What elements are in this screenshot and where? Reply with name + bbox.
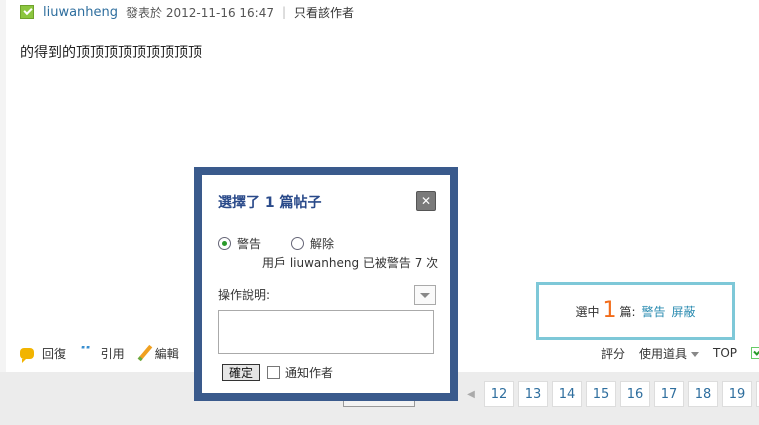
online-status-icon [20, 5, 34, 19]
chevron-down-icon [690, 351, 699, 357]
page-link[interactable]: 18 [688, 381, 718, 407]
rate-link[interactable]: 評分 [601, 345, 625, 362]
radio-remove[interactable]: 解除 [291, 235, 334, 252]
page-link[interactable]: 19 [722, 381, 752, 407]
post-date: 發表於 2012-11-16 16:47 [126, 5, 274, 20]
top-link[interactable]: TOP [713, 346, 737, 360]
edit-button[interactable]: 編輯 [137, 344, 179, 362]
description-label: 操作說明: [218, 288, 271, 302]
close-button[interactable]: ✕ [416, 191, 436, 211]
radio-warn[interactable]: 警告 [218, 235, 261, 252]
warn-count-info: 用戶 liuwanheng 已被警告 7 次 [262, 256, 439, 270]
dialog-body: 選擇了 1 篇帖子 ✕ 警告 解除 用戶 liuwanheng 已被警告 7 次… [202, 175, 450, 393]
post-action-bar: 回復 “ 引用 編輯 [20, 343, 193, 363]
radio-remove-label: 解除 [310, 237, 335, 251]
author-link[interactable]: liuwanheng [43, 5, 118, 20]
reply-bubble-icon [20, 347, 34, 363]
page-link[interactable]: 16 [620, 381, 650, 407]
use-item-menu[interactable]: 使用道具 [639, 345, 699, 362]
only-author-link[interactable]: 只看該作者 [294, 4, 354, 21]
selection-suffix: 篇: [619, 304, 636, 319]
radio-warn-label: 警告 [237, 237, 262, 251]
warn-link[interactable]: 警告 [642, 303, 666, 320]
selection-notice: 選中 1 篇: 警告 屏蔽 [536, 282, 735, 340]
selection-prefix: 選中 [575, 304, 600, 319]
separator: | [281, 5, 287, 19]
reason-preset-dropdown[interactable] [414, 285, 436, 305]
notify-author-label: 通知作者 [285, 366, 334, 380]
warn-radio-group: 警告 解除 [218, 235, 364, 252]
left-rule [0, 0, 6, 372]
moderation-checkbox[interactable] [751, 347, 759, 359]
quote-icon: “ [80, 346, 93, 360]
quote-button[interactable]: “ 引用 [80, 345, 125, 362]
block-link[interactable]: 屏蔽 [672, 303, 696, 320]
selection-count: 1 [602, 298, 617, 323]
dialog-title: 選擇了 1 篇帖子 [218, 195, 322, 211]
edit-label: 編輯 [154, 346, 179, 361]
pencil-icon [137, 344, 153, 362]
use-item-label: 使用道具 [638, 346, 687, 361]
page-link[interactable]: 17 [654, 381, 684, 407]
radio-warn-icon [218, 237, 231, 250]
pagination: ◀ 12 13 14 15 16 17 18 19 20 [462, 381, 759, 407]
post-header: liuwanheng 發表於 2012-11-16 16:47 | 只看該作者 [20, 3, 354, 21]
reply-label: 回復 [42, 346, 67, 361]
post-tools: 評分 使用道具 TOP [587, 343, 759, 363]
confirm-button[interactable]: 確定 [222, 364, 260, 381]
page-link[interactable]: 13 [518, 381, 548, 407]
page-link[interactable]: 15 [586, 381, 616, 407]
prev-page-icon[interactable]: ◀ [462, 381, 480, 407]
notify-author-option[interactable]: 通知作者 [267, 364, 333, 381]
reply-button[interactable]: 回復 [20, 345, 67, 363]
quote-label: 引用 [100, 346, 125, 361]
notify-author-checkbox[interactable] [267, 366, 280, 379]
page-link[interactable]: 12 [484, 381, 514, 407]
page-link[interactable]: 14 [552, 381, 582, 407]
moderation-dialog: 選擇了 1 篇帖子 ✕ 警告 解除 用戶 liuwanheng 已被警告 7 次… [194, 167, 458, 401]
radio-remove-icon [291, 237, 305, 250]
post-content: 的得到的顶顶顶顶顶顶顶顶顶 [20, 45, 202, 61]
description-textarea[interactable] [218, 310, 434, 354]
